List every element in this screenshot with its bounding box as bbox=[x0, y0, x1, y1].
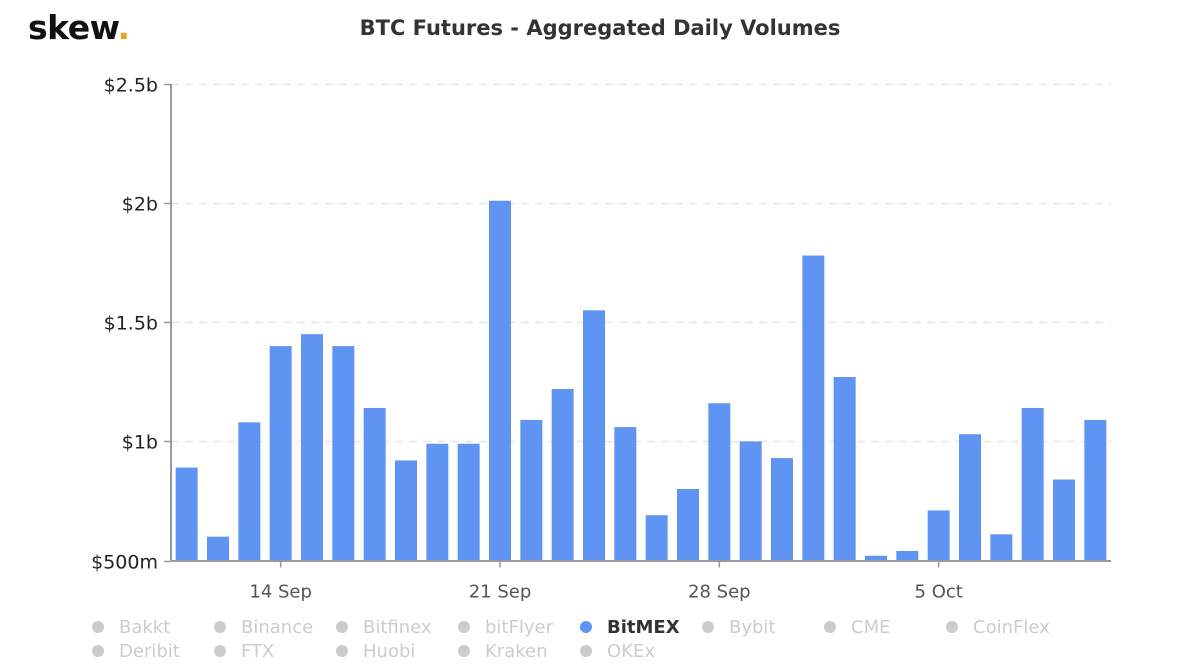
bar-7-oct[interactable] bbox=[990, 534, 1013, 561]
legend-item-kraken[interactable]: Kraken bbox=[458, 639, 548, 663]
legend-label: Huobi bbox=[363, 640, 416, 662]
bar-2-oct[interactable] bbox=[833, 377, 856, 561]
y-tick-label: $2.5b bbox=[104, 75, 158, 97]
bar-19-sep[interactable] bbox=[426, 443, 449, 561]
legend-label: Bakkt bbox=[119, 616, 171, 638]
legend-item-bitmex[interactable]: BitMEX bbox=[580, 615, 680, 639]
legend-label: Binance bbox=[241, 616, 314, 638]
legend-marker-icon bbox=[580, 621, 592, 633]
bar-8-oct[interactable] bbox=[1021, 408, 1044, 561]
bar-4-oct[interactable] bbox=[896, 550, 919, 561]
x-tick-label: 5 Oct bbox=[915, 582, 963, 603]
bar-1-oct[interactable] bbox=[802, 255, 825, 561]
legend-item-huobi[interactable]: Huobi bbox=[336, 639, 415, 663]
x-axis-ticks: 14 Sep 21 Sep 28 Sep 5 Oct bbox=[249, 560, 963, 603]
bar-30-sep[interactable] bbox=[771, 458, 793, 561]
bar-27-sep[interactable] bbox=[677, 489, 699, 561]
bar-21-sep[interactable] bbox=[489, 200, 511, 561]
y-tick-label: $500m bbox=[91, 552, 158, 574]
bar-25-sep[interactable] bbox=[614, 427, 637, 561]
bar-15-sep[interactable] bbox=[301, 334, 323, 561]
legend-marker-icon bbox=[702, 621, 714, 633]
legend-label: FTX bbox=[241, 640, 275, 662]
bar-9-oct[interactable] bbox=[1053, 479, 1075, 561]
bar-3-oct[interactable] bbox=[865, 555, 887, 561]
bar-23-sep[interactable] bbox=[551, 388, 574, 561]
legend-label: BitMEX bbox=[607, 616, 680, 638]
legend-marker-icon bbox=[458, 645, 470, 657]
legend-marker-icon bbox=[92, 621, 104, 633]
bar-16-sep[interactable] bbox=[332, 346, 355, 561]
bar-12-sep[interactable] bbox=[207, 536, 229, 561]
legend-marker-icon bbox=[580, 645, 592, 657]
bar-14-sep[interactable] bbox=[269, 346, 292, 561]
legend-item-bitfinex[interactable]: Bitfinex bbox=[336, 615, 432, 639]
x-tick-label: 28 Sep bbox=[688, 582, 751, 603]
legend-item-bakkt[interactable]: Bakkt bbox=[92, 615, 170, 639]
legend-label: CME bbox=[851, 616, 891, 638]
legend-item-ftx[interactable]: FTX bbox=[214, 639, 274, 663]
legend-label: Bybit bbox=[729, 616, 776, 638]
legend-marker-icon bbox=[336, 621, 348, 633]
legend-label: Kraken bbox=[485, 640, 548, 662]
x-tick-label: 14 Sep bbox=[249, 582, 312, 603]
bar-22-sep[interactable] bbox=[520, 419, 543, 561]
bar-26-sep[interactable] bbox=[645, 515, 668, 561]
bar-11-sep[interactable] bbox=[175, 467, 198, 561]
legend-item-bitflyer[interactable]: bitFlyer bbox=[458, 615, 553, 639]
y-axis-ticks: $500m $1b $1.5b $2b $2.5b bbox=[91, 75, 171, 574]
legend-item-bybit[interactable]: Bybit bbox=[702, 615, 776, 639]
x-tick-label: 21 Sep bbox=[469, 582, 532, 603]
legend-label: Deribit bbox=[119, 640, 180, 662]
legend-item-okex[interactable]: OKEx bbox=[580, 639, 655, 663]
y-tick-label: $1.5b bbox=[104, 313, 158, 335]
legend-marker-icon bbox=[824, 621, 836, 633]
bars bbox=[175, 200, 1107, 561]
legend-label: OKEx bbox=[607, 640, 655, 662]
legend-marker-icon bbox=[214, 621, 226, 633]
bar-13-sep[interactable] bbox=[238, 422, 261, 561]
bar-chart: $500m $1b $1.5b $2b $2.5b 14 Sep 21 Sep 28 Sep… bbox=[91, 75, 1111, 603]
bar-5-oct[interactable] bbox=[927, 510, 950, 561]
y-tick-label: $1b bbox=[122, 432, 158, 454]
legend-marker-icon bbox=[458, 621, 470, 633]
legend-label: bitFlyer bbox=[485, 616, 553, 638]
legend-marker-icon bbox=[946, 621, 958, 633]
legend-item-deribit[interactable]: Deribit bbox=[92, 639, 180, 663]
legend-marker-icon bbox=[92, 645, 104, 657]
bar-24-sep[interactable] bbox=[583, 310, 605, 561]
bar-10-oct[interactable] bbox=[1084, 419, 1107, 561]
bar-20-sep[interactable] bbox=[457, 443, 480, 561]
legend-item-binance[interactable]: Binance bbox=[214, 615, 313, 639]
legend-label: Bitfinex bbox=[363, 616, 432, 638]
bar-28-sep[interactable] bbox=[708, 403, 731, 561]
bar-6-oct[interactable] bbox=[959, 434, 981, 561]
legend-item-coinflex[interactable]: CoinFlex bbox=[946, 615, 1050, 639]
y-tick-label: $2b bbox=[122, 194, 158, 216]
legend-marker-icon bbox=[336, 645, 348, 657]
bar-29-sep[interactable] bbox=[739, 441, 762, 561]
legend-item-cme[interactable]: CME bbox=[824, 615, 890, 639]
bar-17-sep[interactable] bbox=[363, 408, 386, 561]
legend-label: CoinFlex bbox=[973, 616, 1050, 638]
bar-18-sep[interactable] bbox=[395, 460, 417, 561]
legend-marker-icon bbox=[214, 645, 226, 657]
